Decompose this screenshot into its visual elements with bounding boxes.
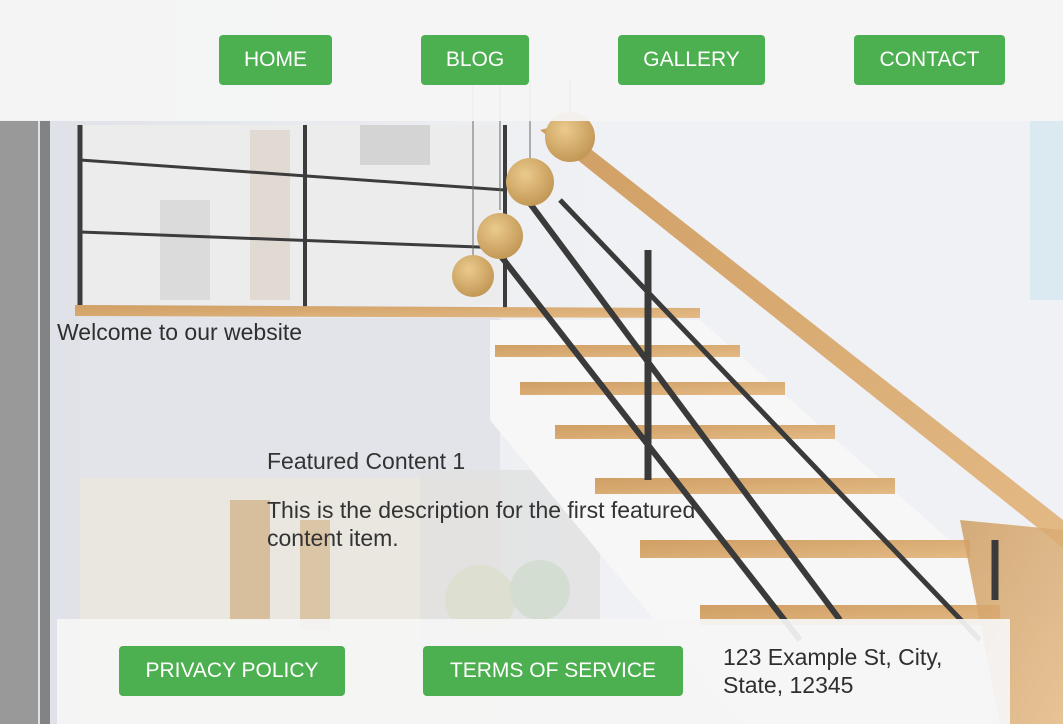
page: HOME BLOG GALLERY CONTACT Welcome to our… bbox=[0, 0, 1063, 724]
header-nav-bar: HOME BLOG GALLERY CONTACT bbox=[0, 0, 1063, 121]
terms-of-service-button[interactable]: TERMS OF SERVICE bbox=[423, 646, 683, 696]
footer-address: 123 Example St, City, State, 12345 bbox=[723, 644, 943, 698]
featured-content-description: This is the description for the first fe… bbox=[267, 497, 696, 551]
welcome-heading: Welcome to our website bbox=[57, 319, 303, 345]
nav-gallery-button[interactable]: GALLERY bbox=[618, 35, 765, 85]
footer-bar: PRIVACY POLICY TERMS OF SERVICE 123 Exam… bbox=[57, 619, 1010, 724]
nav-contact-button[interactable]: CONTACT bbox=[854, 35, 1005, 85]
featured-content-title: Featured Content 1 bbox=[267, 448, 466, 474]
nav-blog-button[interactable]: BLOG bbox=[421, 35, 529, 85]
nav-home-button[interactable]: HOME bbox=[219, 35, 332, 85]
privacy-policy-button[interactable]: PRIVACY POLICY bbox=[119, 646, 345, 696]
